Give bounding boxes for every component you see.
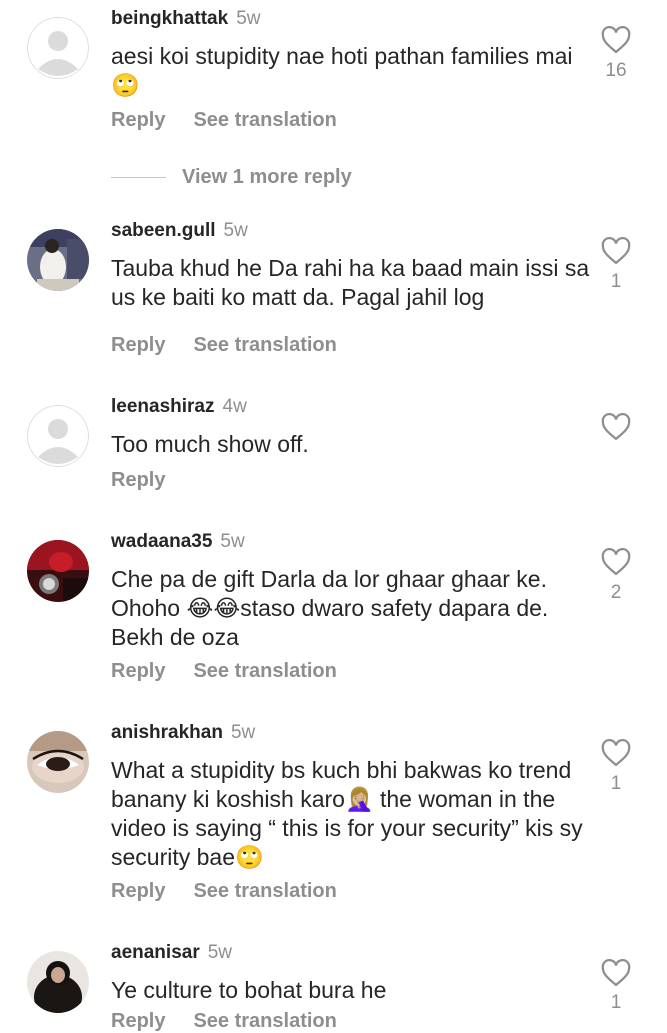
- replies-divider: [111, 177, 166, 179]
- comment-actions: Reply See translation: [111, 880, 337, 903]
- user-avatar[interactable]: [27, 951, 89, 1013]
- default-avatar-icon[interactable]: [27, 405, 89, 467]
- heart-outline-icon[interactable]: [601, 25, 631, 54]
- comment-username-row: wadaana35 5w: [111, 531, 245, 553]
- comment-username-row: anishrakhan 5w: [111, 722, 255, 744]
- reply-button[interactable]: Reply: [111, 1010, 165, 1032]
- view-more-replies-button[interactable]: View 1 more reply: [111, 166, 352, 189]
- comment-text: Too much show off.: [111, 431, 309, 457]
- comment-text: Che pa de gift Darla da lor ghaar ghaar …: [111, 566, 549, 650]
- reply-button[interactable]: Reply: [111, 109, 165, 131]
- heart-outline-icon[interactable]: [601, 412, 631, 441]
- see-translation-button[interactable]: See translation: [193, 1010, 336, 1032]
- comment-username[interactable]: sabeen.gull: [111, 220, 216, 241]
- user-avatar[interactable]: [27, 540, 89, 602]
- comment-actions: Reply See translation: [111, 334, 337, 357]
- see-translation-button[interactable]: See translation: [193, 334, 336, 356]
- comment-text: Ye culture to bohat bura he: [111, 977, 387, 1003]
- default-avatar-icon[interactable]: [27, 17, 89, 79]
- like-count: 2: [610, 582, 622, 603]
- like-count: 1: [610, 773, 622, 794]
- comment-username-row: sabeen.gull 5w: [111, 220, 248, 242]
- comment-text: aesi koi stupidity nae hoti pathan famil…: [111, 43, 573, 98]
- comment-username-row: leenashiraz 4w: [111, 396, 247, 418]
- see-translation-button[interactable]: See translation: [193, 109, 336, 131]
- view-more-replies-label: View 1 more reply: [182, 166, 352, 188]
- comment-time: 4w: [222, 396, 247, 417]
- comment-username-row: aenanisar 5w: [111, 942, 232, 964]
- heart-outline-icon[interactable]: [601, 547, 631, 576]
- comment-time: 5w: [207, 942, 233, 963]
- heart-outline-icon[interactable]: [601, 738, 631, 767]
- like-count: 1: [610, 271, 622, 292]
- see-translation-button[interactable]: See translation: [193, 880, 336, 902]
- reply-button[interactable]: Reply: [111, 660, 165, 682]
- user-avatar[interactable]: [27, 229, 89, 291]
- user-avatar[interactable]: [27, 731, 89, 793]
- reply-button[interactable]: Reply: [111, 469, 165, 491]
- comment-time: 5w: [223, 220, 248, 241]
- comment-text: What a stupidity bs kuch bhi bakwas ko t…: [111, 757, 583, 870]
- comment-username-row: beingkhattak 5w: [111, 8, 261, 30]
- like-count: 1: [610, 992, 622, 1013]
- comment-username[interactable]: beingkhattak: [111, 8, 228, 29]
- comment-username[interactable]: wadaana35: [111, 531, 212, 552]
- comment-actions: Reply See translation: [111, 109, 337, 132]
- comment-username[interactable]: aenanisar: [111, 942, 200, 963]
- comment-time: 5w: [230, 722, 256, 743]
- like-count: 16: [605, 60, 627, 81]
- see-translation-button[interactable]: See translation: [193, 660, 336, 682]
- comment-text: Tauba khud he Da rahi ha ka baad main is…: [111, 255, 590, 310]
- reply-button[interactable]: Reply: [111, 880, 165, 902]
- comment-actions: Reply See translation: [111, 660, 337, 683]
- heart-outline-icon[interactable]: [601, 958, 631, 987]
- comment-actions: Reply: [111, 469, 165, 492]
- reply-button[interactable]: Reply: [111, 334, 165, 356]
- comment-username[interactable]: leenashiraz: [111, 396, 215, 417]
- comment-time: 5w: [236, 8, 261, 29]
- comment-time: 5w: [220, 531, 245, 552]
- heart-outline-icon[interactable]: [601, 236, 631, 265]
- comment-username[interactable]: anishrakhan: [111, 722, 223, 743]
- comment-actions: Reply See translation: [111, 1010, 337, 1033]
